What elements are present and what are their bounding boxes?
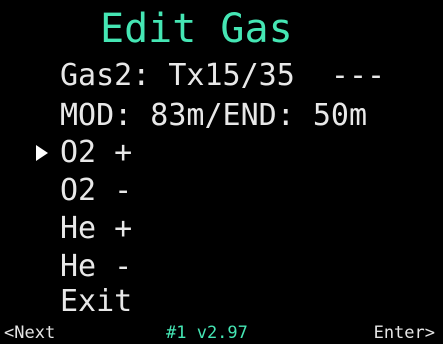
page-title: Edit Gas [100,6,293,52]
menu-item-he-minus[interactable]: He - [60,249,132,285]
menu-item-o2-minus[interactable]: O2 - [60,173,132,209]
enter-button-hint[interactable]: Enter> [374,322,435,344]
gas-info-line: Gas2: Tx15/35 --- [60,58,386,93]
device-screen: Edit Gas Gas2: Tx15/35 --- MOD: 83m/END:… [0,0,443,344]
menu-item-exit[interactable]: Exit [60,284,132,320]
version-label: #1 v2.97 [166,323,248,343]
mod-end-line: MOD: 83m/END: 50m [60,98,368,133]
arrow-right-icon [36,145,48,161]
next-button-hint[interactable]: <Next [4,322,55,344]
menu-item-o2-plus[interactable]: O2 + [60,135,132,171]
menu-item-he-plus[interactable]: He + [60,211,132,247]
